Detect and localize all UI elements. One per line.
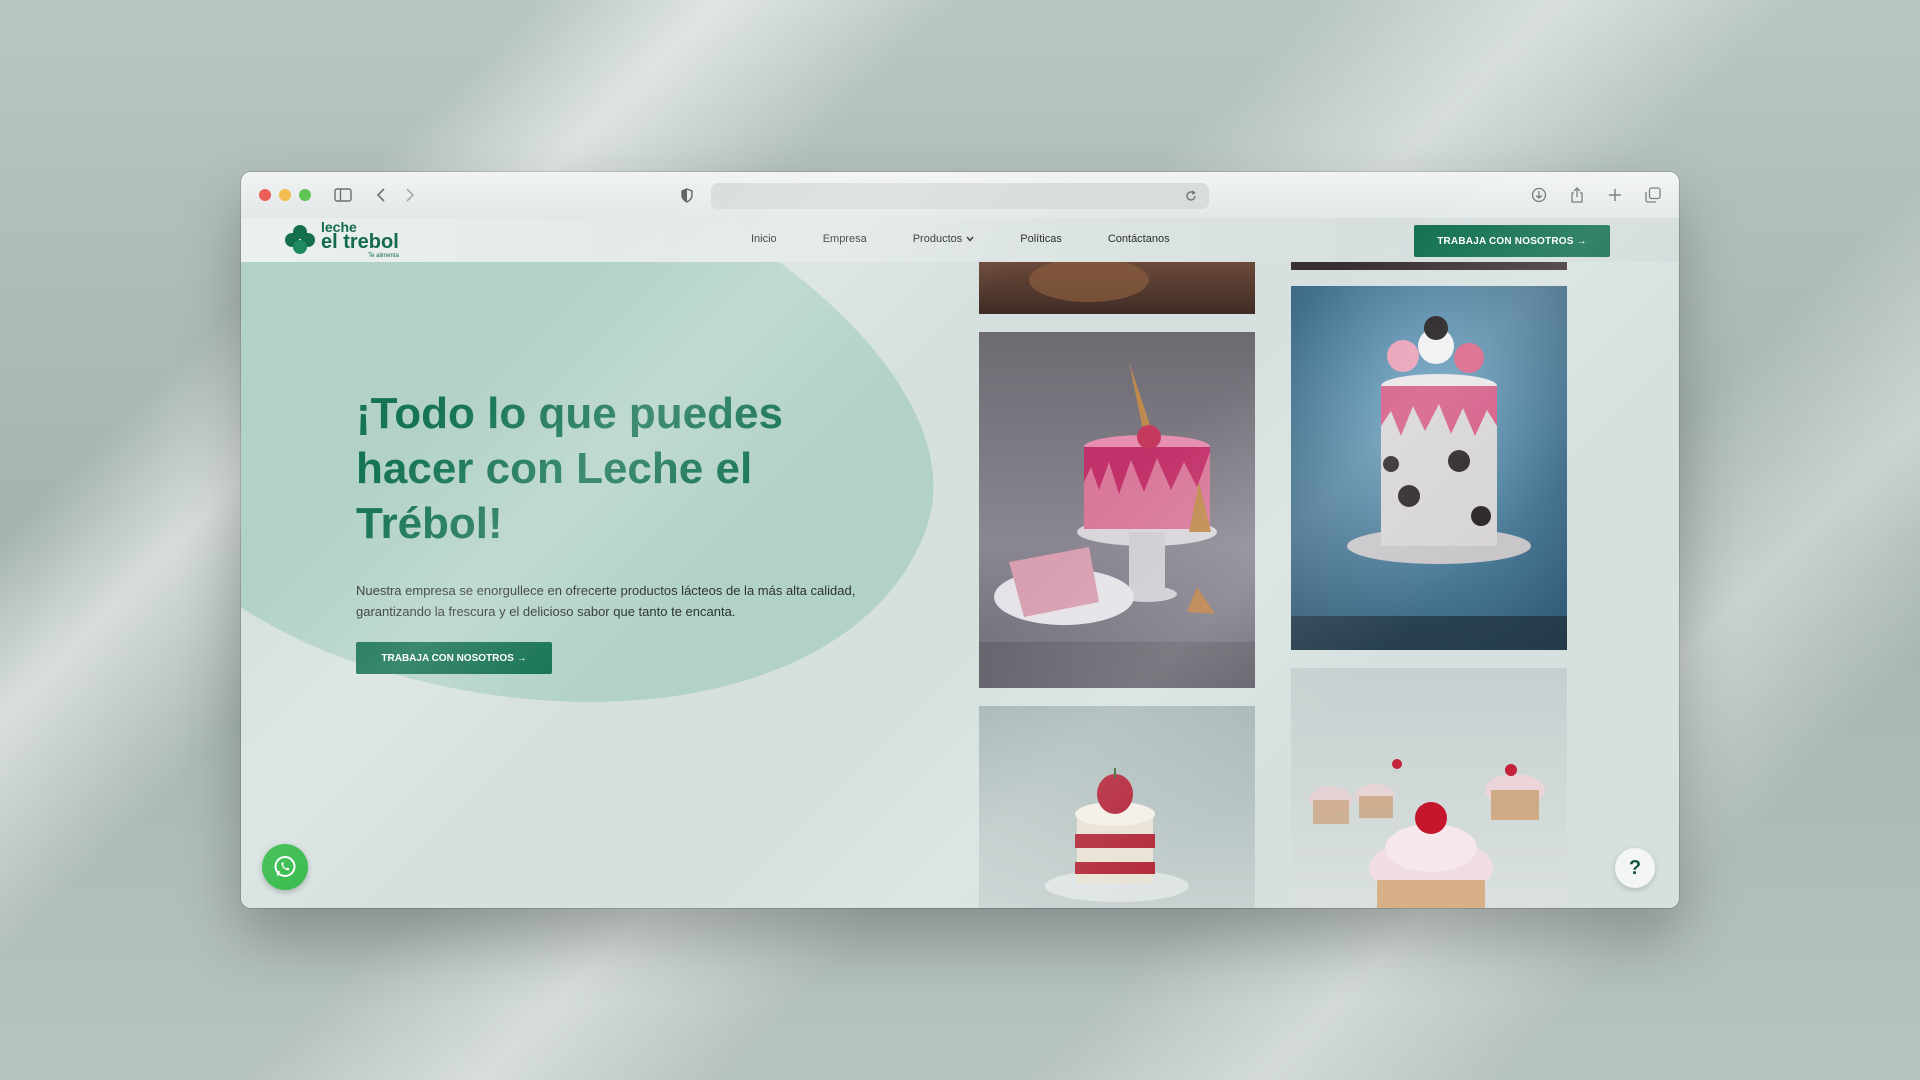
nav-label: Inicio [751,233,777,245]
download-icon[interactable] [1527,183,1551,207]
header-work-with-us-button[interactable]: TRABAJA CON NOSOTROS → [1414,225,1610,257]
photo-pink-drip-cake [979,332,1255,688]
window-controls [259,189,311,201]
logo-line-2: el trebol [321,231,399,253]
browser-window: leche el trebol Te alimenta Inicio Empre… [241,172,1679,908]
forward-icon[interactable] [398,183,422,207]
photo-strawberry-shortcake [979,706,1255,908]
nav-item-politicas[interactable]: Políticas [1020,233,1062,245]
share-icon[interactable] [1565,183,1589,207]
photo-cake-top-crop [979,262,1255,314]
photo-oreo-drip-cake [1291,286,1567,650]
logo-wordmark: leche el trebol Te alimenta [321,220,399,259]
help-button[interactable]: ? [1615,848,1655,888]
main-nav: Inicio Empresa Productos Políticas Contá… [751,233,1170,245]
logo-tagline: Te alimenta [368,253,399,259]
photo-dark-strip [1291,262,1567,270]
nav-item-inicio[interactable]: Inicio [751,233,777,245]
shield-icon[interactable] [675,183,699,207]
chevron-down-icon [966,236,974,242]
new-tab-icon[interactable] [1603,183,1627,207]
whatsapp-icon [274,856,296,877]
nav-item-contactanos[interactable]: Contáctanos [1108,233,1170,245]
browser-toolbar [241,172,1679,218]
hero-work-with-us-button[interactable]: TRABAJA CON NOSOTROS → [356,642,552,674]
nav-label: Productos [912,233,963,245]
photo-cupcakes [1291,668,1567,908]
close-window-button[interactable] [259,189,271,201]
hero-section: ¡Todo lo que puedes hacer con Leche el T… [241,262,1679,908]
site-header: leche el trebol Te alimenta Inicio Empre… [241,218,1679,262]
hero-description: Nuestra empresa se enorgullece en ofrece… [356,583,856,619]
nav-item-productos[interactable]: Productos [913,233,975,245]
hero-title: ¡Todo lo que puedes hacer con Leche el T… [356,389,783,548]
tabs-overview-icon[interactable] [1641,183,1665,207]
back-icon[interactable] [369,183,393,207]
nav-label: Políticas [1020,233,1062,245]
sidebar-icon[interactable] [331,183,355,207]
toolbar-right-actions [1527,183,1665,207]
nav-label: Empresa [822,233,867,245]
address-bar[interactable] [711,183,1209,209]
zoom-window-button[interactable] [299,189,311,201]
whatsapp-button[interactable] [262,844,308,890]
clover-icon [285,224,315,255]
site-logo[interactable]: leche el trebol Te alimenta [285,220,399,259]
reload-icon[interactable] [1179,184,1203,208]
nav-label: Contáctanos [1107,233,1170,245]
minimize-window-button[interactable] [279,189,291,201]
nav-item-empresa[interactable]: Empresa [823,233,867,245]
